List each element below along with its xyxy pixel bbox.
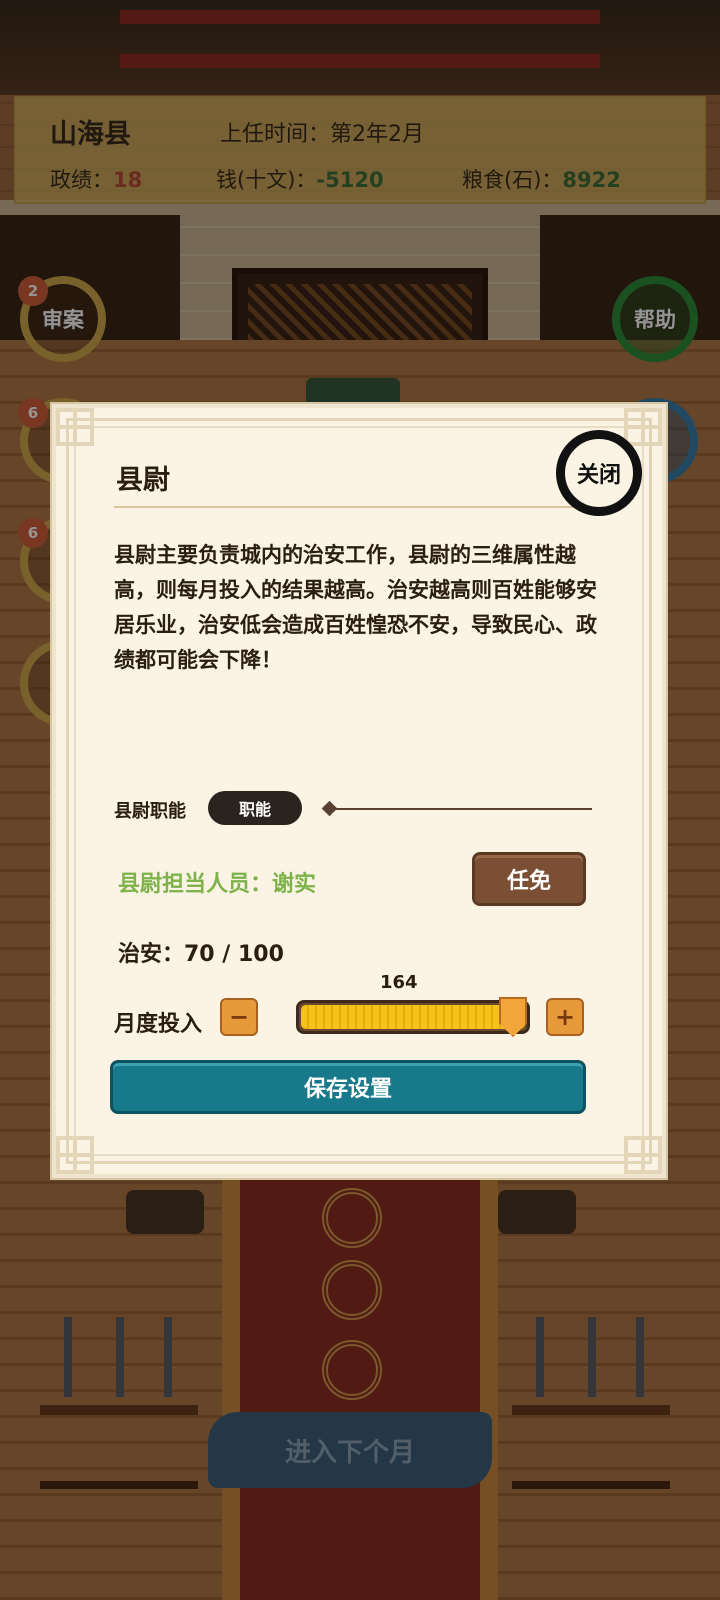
role-description: 县尉主要负责城内的治安工作，县尉的三维属性越高，则每月投入的结果越高。治安越高则… bbox=[114, 543, 597, 672]
save-settings-button[interactable]: 保存设置 bbox=[110, 1060, 586, 1114]
duty-divider bbox=[336, 808, 592, 810]
close-label: 关闭 bbox=[576, 463, 621, 488]
investment-slider[interactable] bbox=[296, 997, 530, 1037]
dialog-title: 县尉 bbox=[116, 465, 170, 496]
title-divider bbox=[114, 506, 614, 508]
corner-ornament bbox=[624, 408, 662, 446]
duty-row: 县尉职能 职能 bbox=[114, 791, 614, 827]
minus-icon: − bbox=[228, 1003, 250, 1031]
monthly-investment-label: 月度投入 bbox=[114, 1012, 203, 1037]
close-button[interactable]: 关闭 bbox=[556, 430, 642, 516]
decrease-button[interactable]: − bbox=[220, 998, 258, 1036]
slider-value: 164 bbox=[380, 972, 418, 993]
increase-button[interactable]: + bbox=[546, 998, 584, 1036]
assignee-label: 县尉担当人员：谢实 bbox=[118, 872, 317, 897]
county-lieutenant-dialog: 县尉 关闭 县尉主要负责城内的治安工作，县尉的三维属性越高，则每月投入的结果越高… bbox=[52, 404, 666, 1178]
slider-fill bbox=[301, 1005, 525, 1029]
corner-ornament bbox=[56, 1136, 94, 1174]
plus-icon: + bbox=[554, 1003, 576, 1031]
duty-button[interactable]: 职能 bbox=[208, 791, 302, 825]
duty-label: 县尉职能 bbox=[114, 801, 186, 822]
slider-handle[interactable] bbox=[499, 997, 527, 1037]
corner-ornament bbox=[56, 408, 94, 446]
security-value: 治安：70 / 100 bbox=[118, 942, 284, 967]
corner-ornament bbox=[624, 1136, 662, 1174]
diamond-icon bbox=[321, 800, 338, 817]
appoint-button[interactable]: 任免 bbox=[472, 852, 586, 906]
